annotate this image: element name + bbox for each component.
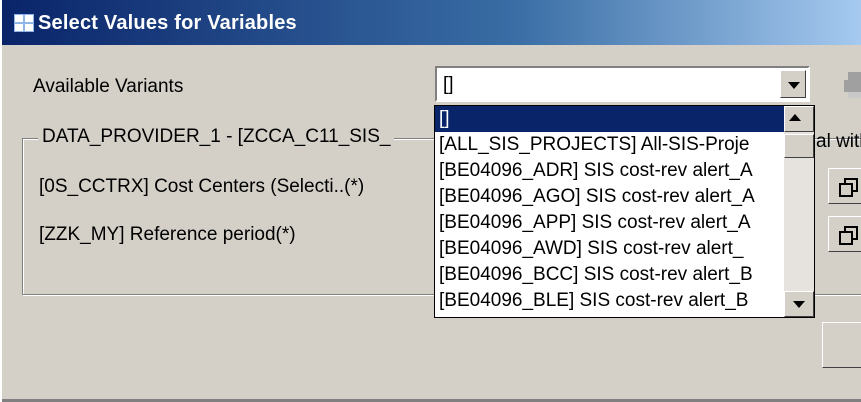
- group-title-trailing-text: al with: [816, 131, 861, 152]
- dropdown-scrollbar[interactable]: [784, 106, 814, 317]
- reference-period-value-button[interactable]: [828, 216, 861, 252]
- variants-selected-value: []: [443, 74, 454, 95]
- copy-icon: [839, 226, 858, 245]
- dialog-action-button[interactable]: [822, 322, 861, 368]
- chevron-down-icon: [793, 301, 805, 308]
- grid-window-icon: [14, 14, 34, 32]
- dropdown-item[interactable]: [BE04096_ADR] SIS cost-rev alert_A: [435, 158, 784, 184]
- scrollbar-thumb[interactable]: [784, 134, 814, 158]
- variable-label-reference-period: [ZZK_MY] Reference period(*): [39, 224, 296, 245]
- title-bar[interactable]: Select Values for Variables: [2, 0, 861, 45]
- variants-dropdown-list[interactable]: [] [ALL_SIS_PROJECTS] All-SIS-Proje [BE0…: [434, 105, 815, 318]
- printer-icon[interactable]: [844, 72, 861, 100]
- available-variants-label: Available Variants: [33, 76, 184, 97]
- chevron-up-icon: [789, 114, 801, 121]
- chevron-down-icon: [788, 82, 800, 89]
- dropdown-item[interactable]: [BE04096_BCC] SIS cost-rev alert_B: [435, 262, 784, 288]
- dropdown-items: [] [ALL_SIS_PROJECTS] All-SIS-Proje [BE0…: [435, 106, 784, 314]
- dropdown-item[interactable]: [BE04096_APP] SIS cost-rev alert_A: [435, 210, 784, 236]
- variants-combobox[interactable]: []: [435, 66, 810, 102]
- copy-icon: [839, 178, 858, 197]
- dropdown-item[interactable]: [ALL_SIS_PROJECTS] All-SIS-Proje: [435, 132, 784, 158]
- variable-label-cost-centers: [0S_CCTRX] Cost Centers (Selecti..(*): [39, 176, 365, 197]
- cost-centers-value-button[interactable]: [828, 168, 861, 204]
- dropdown-item[interactable]: []: [435, 106, 784, 132]
- dropdown-item[interactable]: [BE04096_AWD] SIS cost-rev alert_: [435, 236, 784, 262]
- scroll-up-button[interactable]: [784, 106, 814, 132]
- variants-dropdown-button[interactable]: [780, 70, 806, 98]
- dropdown-item[interactable]: [BE04096_BLE] SIS cost-rev alert_B: [435, 288, 784, 314]
- dialog-window: Select Values for Variables Available Va…: [0, 0, 861, 402]
- window-title: Select Values for Variables: [38, 12, 297, 34]
- scroll-down-button[interactable]: [784, 291, 814, 317]
- data-provider-group-title: DATA_PROVIDER_1 - [ZCCA_C11_SIS_: [38, 126, 395, 148]
- dropdown-item[interactable]: [BE04096_AGO] SIS cost-rev alert_A: [435, 184, 784, 210]
